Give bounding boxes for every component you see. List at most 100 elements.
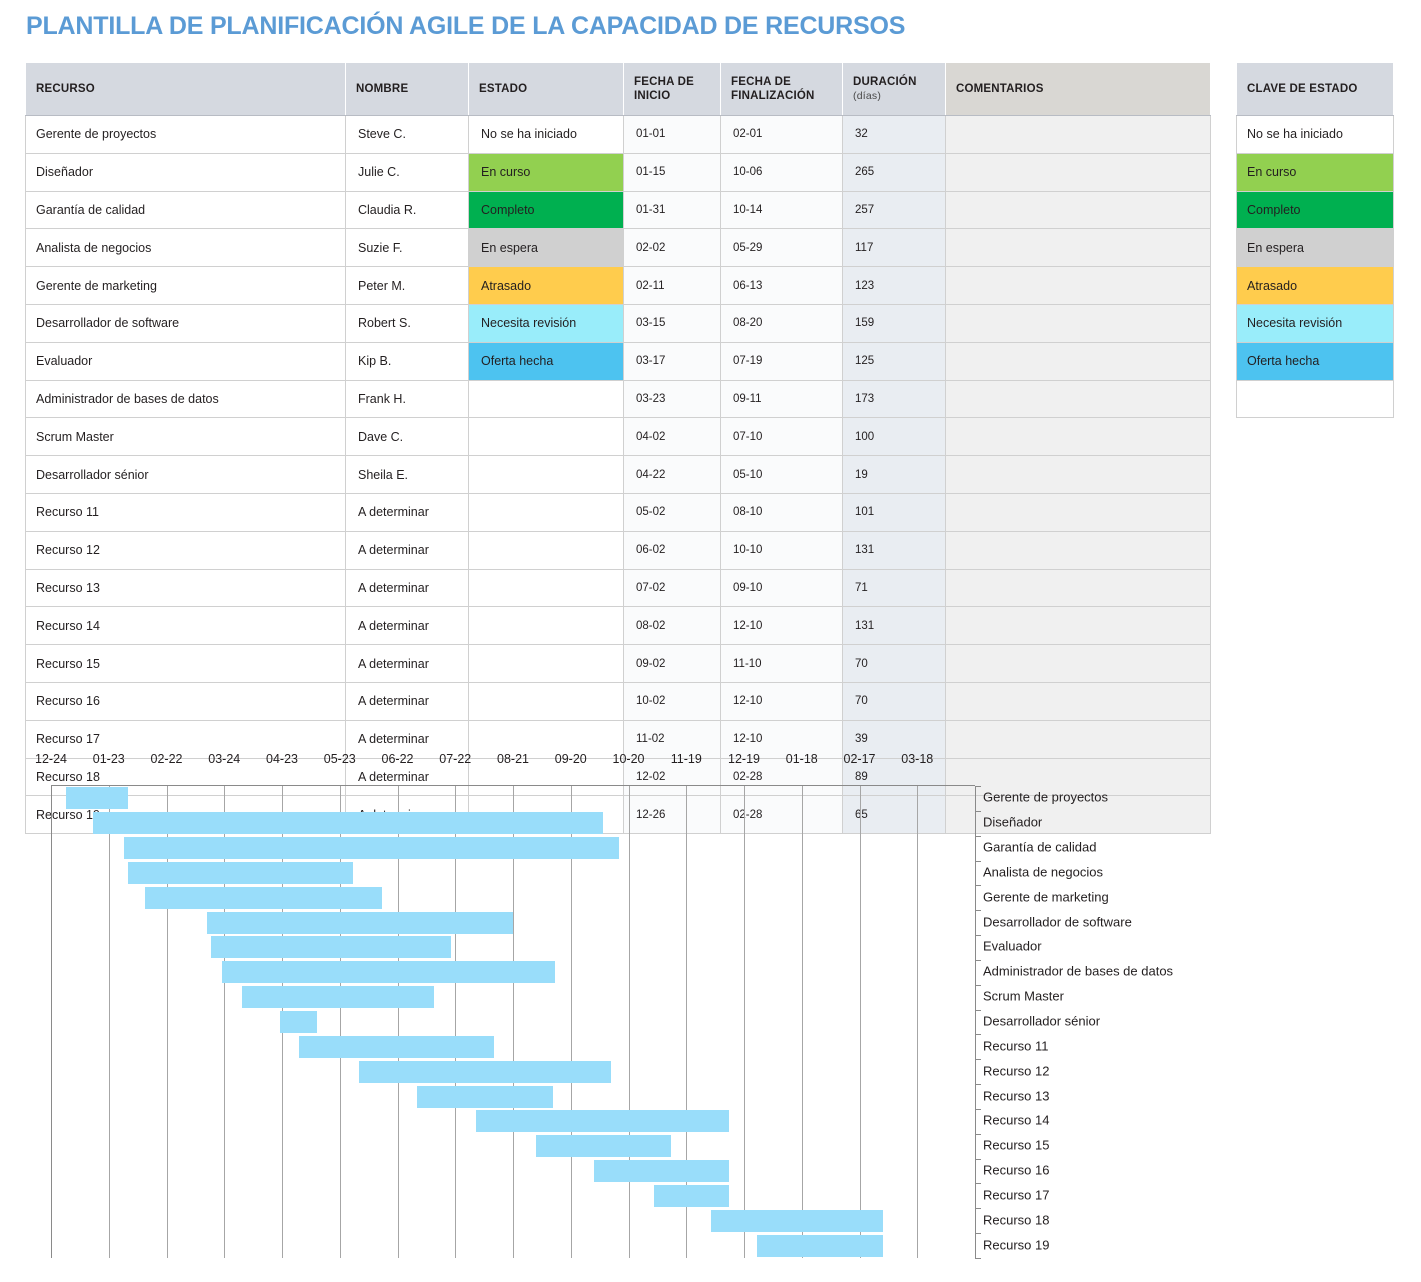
- gantt-category-tick: [975, 935, 981, 936]
- x-axis-tick-label: 02-17: [844, 752, 876, 766]
- table-row: Garantía de calidadClaudia R.Completo01-…: [26, 191, 1211, 229]
- gantt-category-label: Recurso 14: [983, 1113, 1049, 1128]
- cell-nombre: A determinar: [346, 569, 469, 607]
- cell-comentarios: [946, 418, 1211, 456]
- cell-fin: 11-10: [721, 645, 843, 683]
- x-axis-tick-label: 12-24: [35, 752, 67, 766]
- table-row: Scrum MasterDave C.04-0207-10100: [26, 418, 1211, 456]
- cell-inicio: 03-17: [624, 342, 721, 380]
- gantt-category-tick: [975, 1233, 981, 1234]
- cell-estado: [469, 682, 624, 720]
- header-row: RECURSO NOMBRE ESTADO FECHA DE INICIO FE…: [26, 63, 1211, 116]
- cell-fin: 12-10: [721, 607, 843, 645]
- status-key-item: [1237, 380, 1394, 418]
- cell-duracion: 159: [843, 304, 946, 342]
- table-row: Recurso 14A determinar08-0212-10131: [26, 607, 1211, 645]
- cell-nombre: Julie C.: [346, 153, 469, 191]
- cell-recurso: Recurso 15: [26, 645, 346, 683]
- gantt-category-tick: [975, 985, 981, 986]
- gantt-bar: [207, 912, 513, 934]
- gantt-category-tick: [975, 1208, 981, 1209]
- cell-inicio: 10-02: [624, 682, 721, 720]
- resource-table-body: Gerente de proyectosSteve C.No se ha ini…: [26, 116, 1211, 834]
- status-key-item: No se ha iniciado: [1237, 116, 1394, 154]
- cell-duracion: 257: [843, 191, 946, 229]
- gantt-bar: [594, 1160, 729, 1182]
- cell-inicio: 04-02: [624, 418, 721, 456]
- cell-estado: [469, 456, 624, 494]
- cell-estado: [469, 607, 624, 645]
- gantt-bar: [299, 1036, 493, 1058]
- x-axis-tick-label: 04-23: [266, 752, 298, 766]
- column-header-fecha-finalizacion: FECHA DE FINALIZACIÓN: [721, 63, 843, 116]
- gantt-category-tick: [975, 836, 981, 837]
- x-axis-tick-label: 10-20: [613, 752, 645, 766]
- cell-recurso: Evaluador: [26, 342, 346, 380]
- cell-recurso: Gerente de proyectos: [26, 116, 346, 154]
- cell-inicio: 08-02: [624, 607, 721, 645]
- cell-inicio: 04-22: [624, 456, 721, 494]
- cell-recurso: Recurso 11: [26, 493, 346, 531]
- cell-nombre: Dave C.: [346, 418, 469, 456]
- gantt-chart: 12-2401-2302-2203-2404-2305-2306-2207-22…: [0, 752, 1421, 1282]
- status-key-container: CLAVE DE ESTADO No se ha iniciadoEn curs…: [1236, 62, 1394, 418]
- column-header-recurso: RECURSO: [26, 63, 346, 116]
- gantt-bar: [536, 1135, 671, 1157]
- gantt-category-label: Scrum Master: [983, 989, 1064, 1004]
- table-row: Desarrollador de softwareRobert S.Necesi…: [26, 304, 1211, 342]
- cell-duracion: 131: [843, 531, 946, 569]
- column-header-comentarios: COMENTARIOS: [946, 63, 1211, 116]
- table-row: DiseñadorJulie C.En curso01-1510-06265: [26, 153, 1211, 191]
- gantt-category-tick: [975, 910, 981, 911]
- gantt-axis-left: [51, 786, 52, 1258]
- resource-table: RECURSO NOMBRE ESTADO FECHA DE INICIO FE…: [25, 62, 1211, 834]
- status-key-header-row: CLAVE DE ESTADO: [1237, 63, 1394, 116]
- table-row: Recurso 11A determinar05-0208-10101: [26, 493, 1211, 531]
- cell-estado: [469, 418, 624, 456]
- gantt-plot-area: [51, 785, 975, 1258]
- cell-fin: 09-11: [721, 380, 843, 418]
- x-axis-tick-label: 03-18: [901, 752, 933, 766]
- status-key-table: CLAVE DE ESTADO No se ha iniciadoEn curs…: [1236, 62, 1394, 418]
- column-header-fecha-inicio: FECHA DE INICIO: [624, 63, 721, 116]
- gantt-category-tick: [975, 811, 981, 812]
- cell-estado: No se ha iniciado: [469, 116, 624, 154]
- cell-fin: 02-01: [721, 116, 843, 154]
- cell-nombre: Sheila E.: [346, 456, 469, 494]
- table-row: Administrador de bases de datosFrank H.0…: [26, 380, 1211, 418]
- cell-inicio: 09-02: [624, 645, 721, 683]
- gantt-gridline: [802, 786, 803, 1258]
- cell-recurso: Recurso 14: [26, 607, 346, 645]
- cell-estado: [469, 645, 624, 683]
- cell-inicio: 05-02: [624, 493, 721, 531]
- cell-estado: Atrasado: [469, 267, 624, 305]
- cell-recurso: Recurso 12: [26, 531, 346, 569]
- table-row: EvaluadorKip B.Oferta hecha03-1707-19125: [26, 342, 1211, 380]
- gantt-category-label: Evaluador: [983, 939, 1042, 954]
- cell-inicio: 01-01: [624, 116, 721, 154]
- status-key-row: Atrasado: [1237, 267, 1394, 305]
- gantt-category-label: Recurso 12: [983, 1063, 1049, 1078]
- gantt-category-label: Administrador de bases de datos: [983, 964, 1173, 979]
- cell-inicio: 01-31: [624, 191, 721, 229]
- cell-fin: 09-10: [721, 569, 843, 607]
- status-key-row: En curso: [1237, 153, 1394, 191]
- gantt-bar: [654, 1185, 729, 1207]
- gantt-category-label: Recurso 19: [983, 1237, 1049, 1252]
- cell-duracion: 123: [843, 267, 946, 305]
- duracion-unit: (días): [853, 90, 935, 103]
- cell-fin: 10-10: [721, 531, 843, 569]
- status-key-row: [1237, 380, 1394, 418]
- cell-estado: Necesita revisión: [469, 304, 624, 342]
- page-title: PLANTILLA DE PLANIFICACIÓN AGILE DE LA C…: [26, 12, 905, 41]
- gantt-bar: [66, 787, 128, 809]
- cell-estado: [469, 569, 624, 607]
- cell-inicio: 03-23: [624, 380, 721, 418]
- status-key-row: No se ha iniciado: [1237, 116, 1394, 154]
- cell-recurso: Scrum Master: [26, 418, 346, 456]
- fecha-fin-line2: FINALIZACIÓN: [731, 89, 832, 103]
- resource-table-header: RECURSO NOMBRE ESTADO FECHA DE INICIO FE…: [26, 63, 1211, 116]
- gantt-category-tick: [975, 960, 981, 961]
- gantt-category-label: Desarrollador sénior: [983, 1014, 1100, 1029]
- resource-table-container: RECURSO NOMBRE ESTADO FECHA DE INICIO FE…: [25, 62, 1210, 834]
